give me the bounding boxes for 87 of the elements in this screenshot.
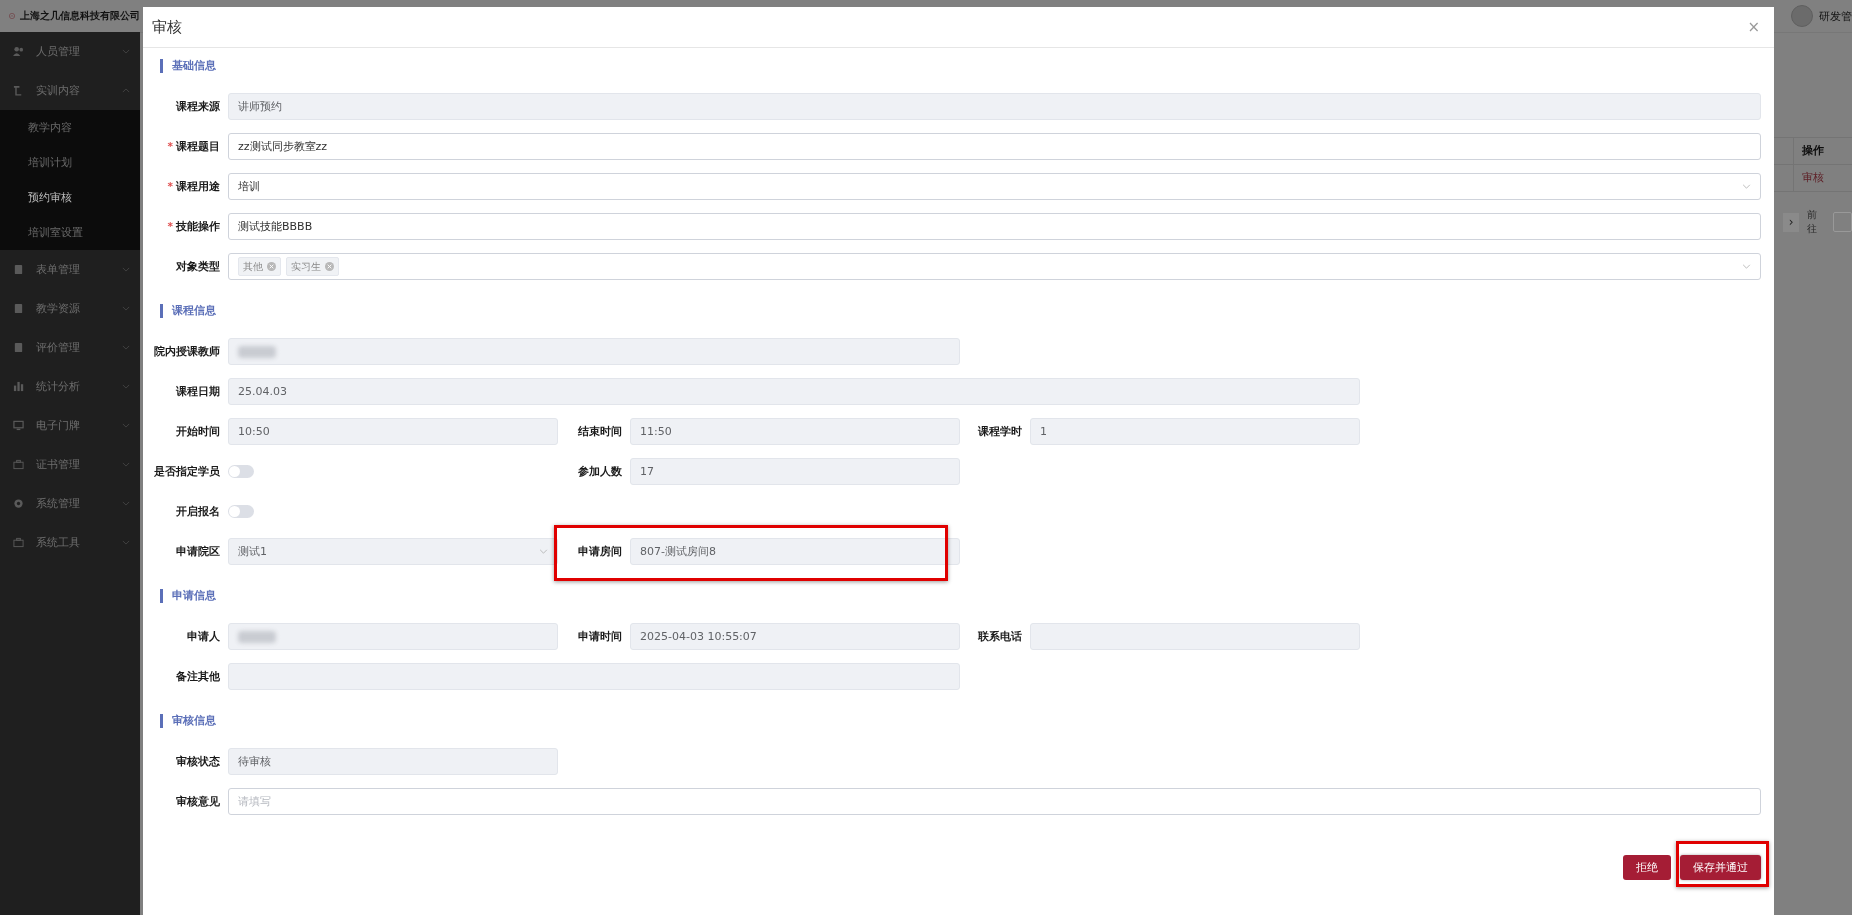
field-label: 结束时间 (577, 424, 622, 439)
section-title: 基础信息 (160, 59, 1761, 73)
field-label: 申请院区 (175, 544, 220, 559)
field-label: 备注其他 (175, 669, 220, 684)
submenu-item[interactable]: 预约审核 (0, 180, 140, 215)
chevron-icon (122, 88, 130, 93)
chevron-icon (1742, 264, 1751, 269)
chevron-icon (122, 540, 130, 545)
field-label: 参加人数 (577, 464, 622, 479)
field-label: 开始时间 (175, 424, 220, 439)
column-header: 操作 (1793, 138, 1852, 164)
next-page-button[interactable]: › (1783, 212, 1800, 232)
menu-icon (13, 342, 24, 353)
menu-item[interactable]: 实训内容 (0, 71, 140, 110)
chevron-icon (539, 549, 548, 554)
chevron-icon (122, 49, 130, 54)
menu-icon (13, 85, 24, 96)
menu-icon (13, 537, 24, 548)
tag: 实习生 (286, 257, 339, 276)
chevron-icon (122, 267, 130, 272)
chevron-icon (122, 384, 130, 389)
menu-icon (13, 420, 24, 431)
input-field[interactable]: zz测试同步教室zz (228, 133, 1761, 160)
toggle-switch[interactable] (228, 465, 254, 478)
chevron-icon (122, 306, 130, 311)
company-name: 上海之几信息科技有限公司 (20, 9, 140, 23)
field-label: * 技能操作 (166, 219, 220, 234)
page-input[interactable] (1832, 212, 1852, 232)
remove-icon[interactable] (325, 262, 334, 271)
user-name[interactable]: 研发管 (1819, 8, 1852, 24)
submenu-item[interactable]: 培训计划 (0, 145, 140, 180)
menu-icon (13, 46, 24, 57)
dialog-title: 审核 (152, 17, 182, 37)
field-label: 申请房间 (566, 544, 622, 559)
toggle-switch[interactable] (228, 505, 254, 518)
menu-item[interactable]: 证书管理 (0, 445, 140, 484)
blurred-text (238, 345, 276, 358)
field-label: 是否指定学员 (153, 464, 220, 479)
field-label: 对象类型 (175, 259, 220, 274)
field-label: 院内授课教师 (153, 344, 220, 359)
menu-item[interactable]: 电子门牌 (0, 406, 140, 445)
select-field[interactable]: 培训 (228, 173, 1761, 200)
input-field[interactable]: 测试技能BBBB (228, 213, 1761, 240)
section-title: 审核信息 (160, 714, 1761, 728)
menu-icon (13, 381, 24, 392)
field-label: * 课程用途 (166, 179, 220, 194)
chevron-icon (122, 423, 130, 428)
section-title: 课程信息 (160, 304, 1761, 318)
menu-item[interactable]: 统计分析 (0, 367, 140, 406)
field-label: 审核意见 (175, 794, 220, 809)
chevron-icon (122, 501, 130, 506)
menu-item[interactable]: 评价管理 (0, 328, 140, 367)
action-button[interactable]: 拒绝 (1623, 855, 1671, 880)
action-button[interactable]: 保存并通过 (1680, 855, 1761, 880)
tag: 其他 (238, 257, 281, 276)
field-label: 申请时间 (577, 629, 622, 644)
menu-item[interactable]: 表单管理 (0, 250, 140, 289)
menu-item[interactable]: 系统工具 (0, 523, 140, 562)
tag-select[interactable]: 其他 实习生 (228, 253, 1761, 280)
field-label: 课程日期 (175, 384, 220, 399)
chevron-icon (122, 462, 130, 467)
chevron-icon (1742, 184, 1751, 189)
menu-icon (13, 498, 24, 509)
review-link[interactable]: 审核 (1793, 165, 1824, 191)
input-field[interactable]: 请填写 (228, 788, 1761, 815)
chevron-icon (122, 345, 130, 350)
goto-label: 前往 (1807, 208, 1819, 236)
menu-icon (13, 264, 24, 275)
menu-item[interactable]: 教学资源 (0, 289, 140, 328)
remove-icon[interactable] (267, 262, 276, 271)
submenu-item[interactable]: 培训室设置 (0, 215, 140, 250)
menu-icon (13, 459, 24, 470)
blurred-text (238, 630, 276, 643)
field-label: 联系电话 (977, 629, 1022, 644)
field-label: 课程学时 (977, 424, 1022, 439)
field-label: * 课程题目 (166, 139, 220, 154)
field-label: 审核状态 (175, 754, 220, 769)
menu-item[interactable]: 系统管理 (0, 484, 140, 523)
avatar-icon[interactable] (1791, 5, 1813, 27)
section-title: 申请信息 (160, 589, 1761, 603)
field-label: 开启报名 (175, 504, 220, 519)
field-label: 课程来源 (175, 99, 220, 114)
close-button[interactable]: × (1747, 18, 1760, 36)
field-label: 申请人 (186, 629, 220, 644)
menu-item[interactable]: 人员管理 (0, 32, 140, 71)
submenu-item[interactable]: 教学内容 (0, 110, 140, 145)
menu-icon (13, 303, 24, 314)
